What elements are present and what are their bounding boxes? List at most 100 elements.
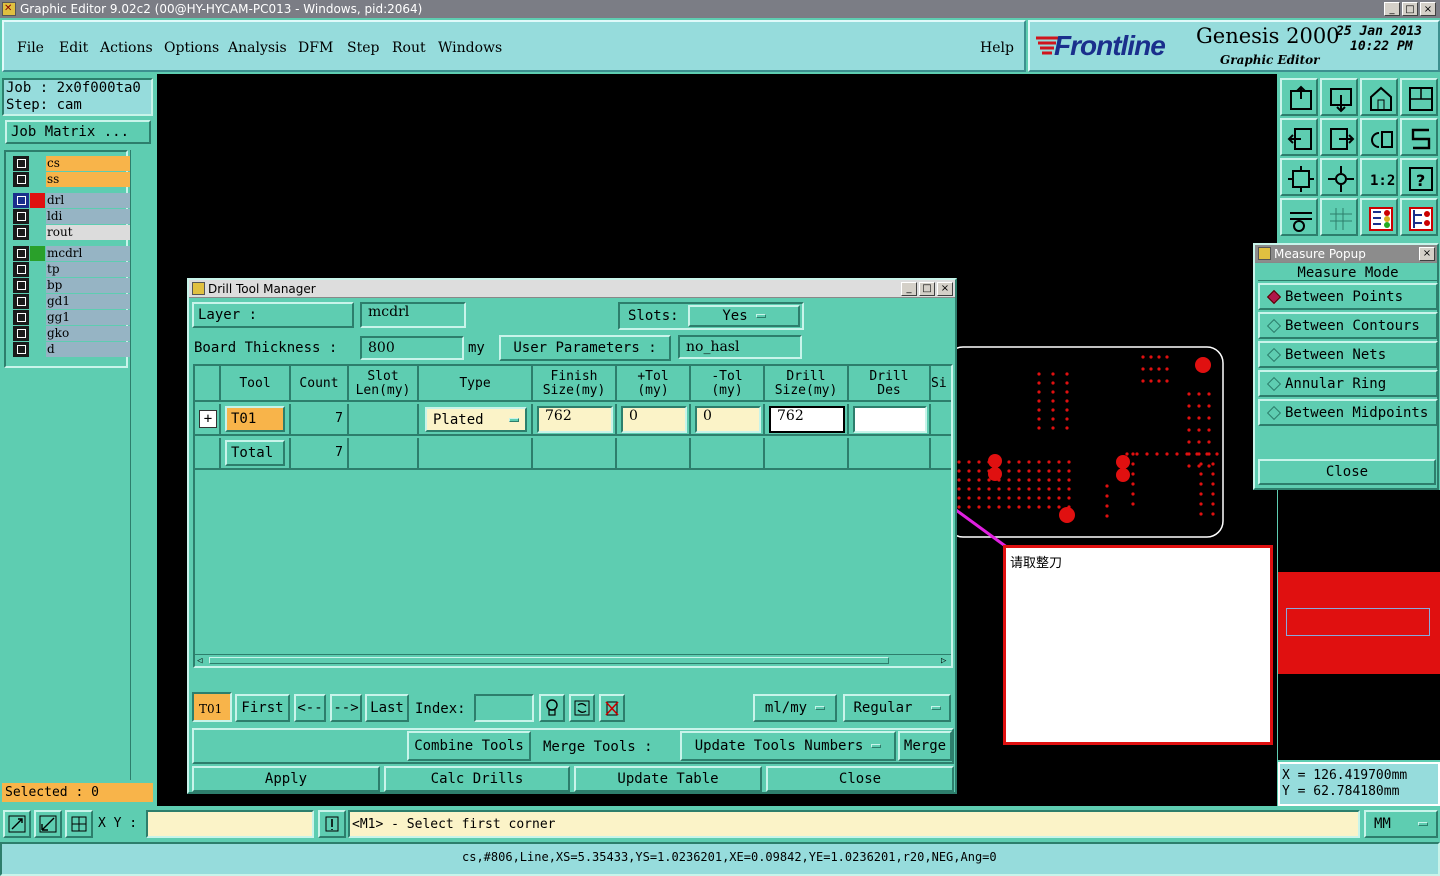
drill-size-input[interactable]: 762 xyxy=(769,406,845,433)
menu-options[interactable]: Options xyxy=(164,40,219,56)
measure-tool-button[interactable] xyxy=(3,810,31,838)
xy-input[interactable] xyxy=(146,810,314,838)
layer-checkbox[interactable] xyxy=(13,342,29,357)
menu-help[interactable]: Help xyxy=(980,40,1014,56)
user-parameters-field[interactable]: no_hasl xyxy=(678,335,802,359)
grid-snap-button[interactable] xyxy=(65,810,93,838)
scroll-left-icon[interactable]: ◁ xyxy=(197,656,202,666)
layer-row-ldi[interactable]: ldi xyxy=(13,209,131,224)
layer-row-tp[interactable]: tp xyxy=(13,262,131,277)
grid-button[interactable] xyxy=(1320,198,1358,236)
layer-checkbox[interactable] xyxy=(13,278,29,293)
maximize-button[interactable]: □ xyxy=(1402,2,1418,16)
swap-button[interactable] xyxy=(569,694,595,722)
home-up-button[interactable] xyxy=(1280,78,1318,116)
menu-windows[interactable]: Windows xyxy=(438,40,502,56)
layer-checkbox[interactable] xyxy=(13,193,29,208)
next-button[interactable]: --> xyxy=(330,694,362,722)
zoom-center-button[interactable] xyxy=(1320,158,1358,196)
layer-checkbox[interactable] xyxy=(13,310,29,325)
update-table-button[interactable]: Update Table xyxy=(574,766,762,792)
layer-row-cs[interactable]: cs xyxy=(13,156,131,171)
layer-checkbox[interactable] xyxy=(13,246,29,261)
total-button[interactable]: Total xyxy=(225,440,285,466)
merge-button[interactable]: Merge xyxy=(898,731,952,761)
measure-close-x[interactable]: × xyxy=(1419,246,1435,261)
panel-button[interactable] xyxy=(1400,78,1438,116)
prev-button[interactable]: <-- xyxy=(294,694,326,722)
layer-row-ss[interactable]: ss xyxy=(13,172,131,187)
tools-button[interactable] xyxy=(1280,198,1318,236)
layer-row-gko[interactable]: gko xyxy=(13,326,131,341)
layer-label[interactable]: Layer : xyxy=(192,302,354,328)
layer-checkbox[interactable] xyxy=(13,326,29,341)
layer-row-drl[interactable]: drl xyxy=(13,193,131,208)
slots-select[interactable]: Yes xyxy=(688,305,800,327)
snake-button[interactable] xyxy=(1400,118,1438,156)
layer-checkbox[interactable] xyxy=(13,294,29,309)
close-button[interactable]: Close xyxy=(766,766,954,792)
update-tools-numbers-select[interactable]: Update Tools Numbers xyxy=(680,731,896,761)
tool-button[interactable]: T01 xyxy=(225,406,285,432)
layer-row-d[interactable]: d xyxy=(13,342,131,357)
measure-mode-option[interactable]: Between Contours xyxy=(1258,312,1438,339)
combine-tools-button[interactable]: Combine Tools xyxy=(407,731,531,761)
table-hscrollbar[interactable]: ◁ ▷ xyxy=(195,654,951,666)
layer-checkbox[interactable] xyxy=(13,209,29,224)
layer-row-gg1[interactable]: gg1 xyxy=(13,310,131,325)
measure-mode-option[interactable]: Between Midpoints xyxy=(1258,399,1438,426)
type-select[interactable]: Plated xyxy=(425,407,527,432)
last-button[interactable]: Last xyxy=(365,694,409,722)
home-button[interactable] xyxy=(1360,78,1398,116)
menu-file[interactable]: File xyxy=(17,40,44,56)
layer-row-bp[interactable]: bp xyxy=(13,278,131,293)
index-field[interactable] xyxy=(474,694,534,722)
layer-checkbox[interactable] xyxy=(13,172,29,187)
apply-button[interactable]: Apply xyxy=(192,766,380,792)
layers-b-button[interactable] xyxy=(1400,198,1438,236)
step-forward-button[interactable] xyxy=(1320,118,1358,156)
job-matrix-button[interactable]: Job Matrix ... xyxy=(5,120,151,144)
info-button[interactable] xyxy=(318,810,346,838)
minus-tol-input[interactable]: 0 xyxy=(695,406,761,433)
finish-size-input[interactable]: 762 xyxy=(537,406,613,433)
bulb-button[interactable] xyxy=(539,694,565,722)
layer-checkbox[interactable] xyxy=(13,262,29,277)
scroll-right-icon[interactable]: ▷ xyxy=(941,656,946,666)
first-button[interactable]: First xyxy=(235,694,290,722)
menu-rout[interactable]: Rout xyxy=(392,40,426,56)
layer-row-gd1[interactable]: gd1 xyxy=(13,294,131,309)
help-button[interactable]: ? xyxy=(1400,158,1438,196)
dtm-maximize-button[interactable]: □ xyxy=(919,281,935,296)
undo-button[interactable] xyxy=(1360,118,1398,156)
units-select[interactable]: ml/my xyxy=(753,694,837,722)
layer-field[interactable]: mcdrl xyxy=(360,302,466,328)
drill-des-input[interactable] xyxy=(853,406,927,433)
layer-row-rout[interactable]: rout xyxy=(13,225,131,240)
menu-actions[interactable]: Actions xyxy=(100,40,153,56)
measure-mode-option[interactable]: Between Points xyxy=(1258,283,1438,310)
layer-row-mcdrl[interactable]: mcdrl xyxy=(13,246,131,261)
units-mm-select[interactable]: MM xyxy=(1364,810,1438,838)
layer-checkbox[interactable] xyxy=(13,225,29,240)
dtm-minimize-button[interactable]: _ xyxy=(901,281,917,296)
zoom-fit-button[interactable] xyxy=(1280,158,1318,196)
plus-tol-input[interactable]: 0 xyxy=(621,406,687,433)
menu-edit[interactable]: Edit xyxy=(59,40,88,56)
close-window-button[interactable]: × xyxy=(1420,2,1436,16)
minimize-button[interactable]: _ xyxy=(1384,2,1400,16)
board-thickness-field[interactable]: 800 xyxy=(360,336,464,360)
dtm-close-button[interactable]: × xyxy=(937,281,953,296)
step-back-button[interactable] xyxy=(1280,118,1318,156)
measure-close-button[interactable]: Close xyxy=(1258,459,1436,485)
row-expand-icon[interactable]: + xyxy=(199,410,217,428)
user-parameters-button[interactable]: User Parameters : xyxy=(499,335,671,361)
mode-select[interactable]: Regular xyxy=(843,694,951,722)
measure-mode-option[interactable]: Annular Ring xyxy=(1258,370,1438,397)
scale-button[interactable]: 1:2 xyxy=(1360,158,1398,196)
delete-button[interactable] xyxy=(599,694,625,722)
snap-tool-button[interactable] xyxy=(34,810,62,838)
layer-checkbox[interactable] xyxy=(13,156,29,171)
menu-step[interactable]: Step xyxy=(347,40,379,56)
calc-drills-button[interactable]: Calc Drills xyxy=(384,766,570,792)
